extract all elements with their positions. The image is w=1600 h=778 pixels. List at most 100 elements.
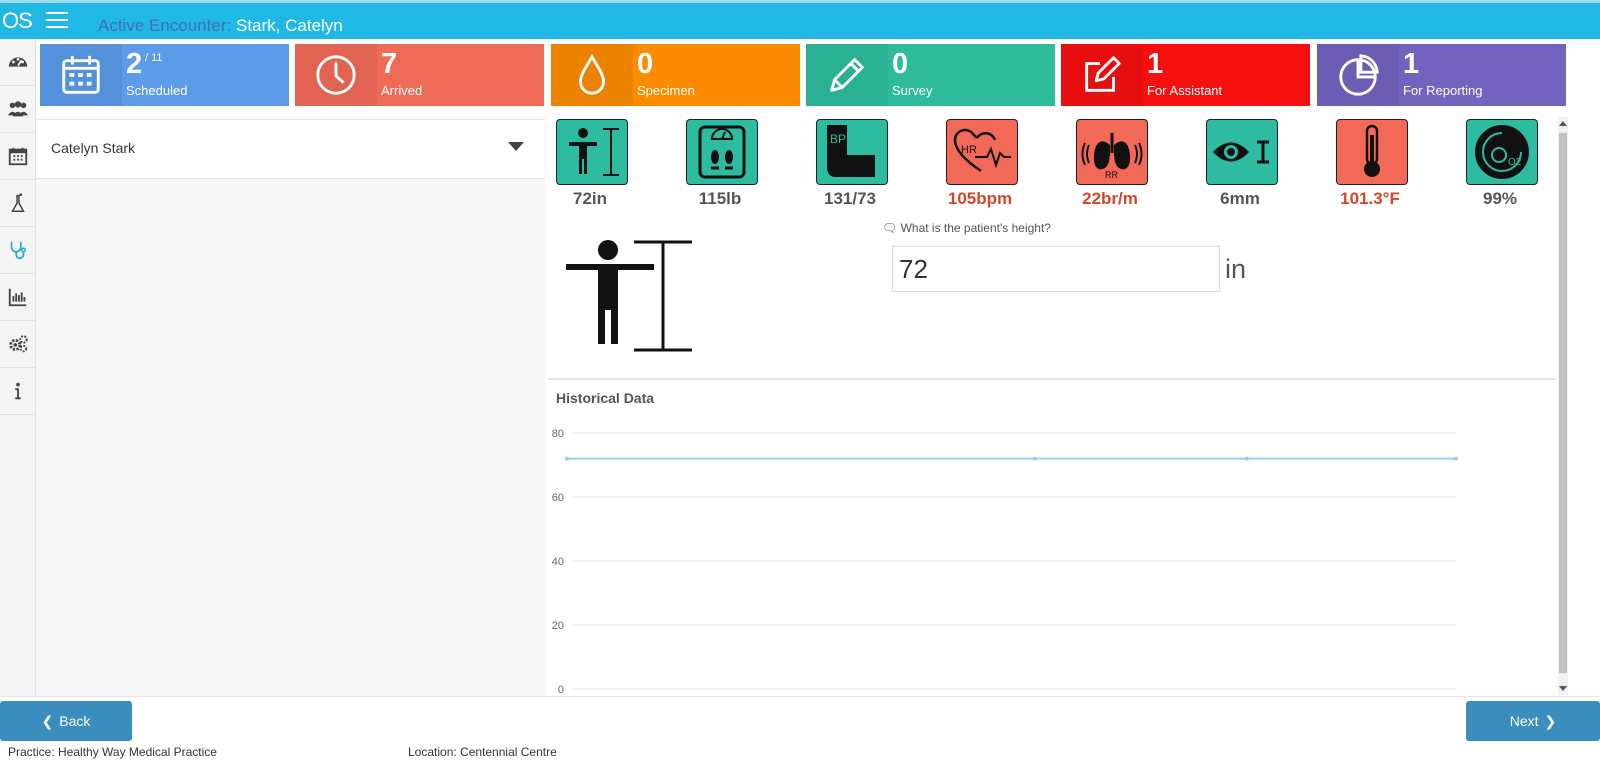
card-survey[interactable]: 0 Survey: [806, 44, 1055, 106]
calendar-icon: [62, 55, 100, 94]
chart-point[interactable]: [1033, 456, 1037, 461]
vital-height-value: 72in: [572, 189, 608, 208]
sidebar-item-calendar[interactable]: [0, 133, 36, 180]
next-button[interactable]: Next ❯: [1466, 701, 1600, 741]
sidebar-item-encounter[interactable]: [0, 227, 36, 274]
settings-icon: [9, 335, 28, 353]
vital-respiratory-rate-box[interactable]: RR: [1076, 119, 1148, 185]
heart-rate-icon: HR: [953, 128, 1011, 173]
app-logo[interactable]: OS: [2, 8, 34, 34]
back-button[interactable]: ❮ Back: [0, 701, 132, 741]
chart-point[interactable]: [1245, 456, 1249, 461]
chart-point[interactable]: [1454, 456, 1458, 461]
sidebar: [0, 39, 36, 709]
patient-dropdown-value: Catelyn Stark: [51, 140, 136, 156]
stethoscope-icon: [10, 241, 27, 260]
sidebar-item-settings[interactable]: [0, 321, 36, 368]
sidebar-item-lab[interactable]: [0, 180, 36, 227]
vital-oxygen-box[interactable]: O2: [1466, 119, 1538, 185]
vital-pupil[interactable]: 6mm: [1202, 119, 1278, 209]
edit-icon: [1085, 56, 1121, 92]
scroll-up-icon[interactable]: [1559, 121, 1567, 126]
historical-data-chart: 80 60 40 20 0: [552, 428, 1458, 696]
card-arrived[interactable]: 7 Arrived: [295, 44, 544, 106]
scrollbar-thumb[interactable]: [1559, 133, 1567, 673]
vital-heart-rate-box[interactable]: HR: [946, 119, 1018, 185]
height-figure-icon: [566, 240, 692, 352]
chevron-left-icon: ❮: [41, 712, 54, 729]
card-for-reporting-iconbox: [1317, 44, 1399, 106]
sidebar-item-patients[interactable]: [0, 86, 36, 133]
card-for-reporting-label: For Reporting: [1403, 83, 1483, 98]
card-for-assistant[interactable]: 1 For Assistant: [1061, 44, 1310, 106]
sidebar-item-dashboard[interactable]: [0, 39, 36, 86]
comment-icon: 🗨: [882, 221, 898, 235]
vital-height-box[interactable]: [556, 119, 628, 185]
chart-point[interactable]: [565, 456, 569, 461]
scale-icon: [698, 125, 746, 179]
reports-icon: [8, 288, 27, 307]
chart-y-tick-label: 80: [552, 428, 564, 440]
vital-temperature-box[interactable]: [1336, 119, 1408, 185]
chevron-right-icon: ❯: [1544, 712, 1557, 729]
sidebar-item-info[interactable]: [0, 368, 36, 415]
patient-panel: Catelyn Stark: [36, 117, 546, 707]
vital-heart-rate-value: 105bpm: [947, 189, 1013, 208]
card-arrived-count: 7: [381, 48, 398, 80]
height-icon: [569, 128, 619, 176]
vital-pupil-value: 6mm: [1220, 189, 1260, 208]
content-scrollbar[interactable]: [1558, 117, 1568, 695]
clock-icon: [316, 55, 356, 95]
vital-weight[interactable]: 115lb: [682, 119, 758, 209]
lungs-icon-text: RR: [1105, 170, 1118, 180]
footer-bar: ❮ Back Next ❯ Practice: Healthy Way Medi…: [0, 696, 1600, 778]
vital-height[interactable]: 72in: [552, 119, 628, 209]
card-for-reporting-count: 1: [1403, 48, 1420, 80]
chevron-down-icon[interactable]: [508, 142, 524, 151]
heart-rate-icon-text: HR: [961, 144, 977, 156]
height-input[interactable]: [892, 246, 1220, 292]
patient-dropdown[interactable]: Catelyn Stark: [36, 119, 544, 179]
vital-blood-pressure[interactable]: BP 131/73: [812, 119, 888, 209]
dashboard-icon: [8, 57, 28, 67]
vital-pupil-box[interactable]: [1206, 119, 1278, 185]
card-scheduled-iconbox: [40, 44, 122, 106]
vital-temperature-value: 101.3°F: [1340, 189, 1400, 208]
encounter-patient-name: Stark, Catelyn: [235, 16, 343, 35]
card-survey-iconbox: [806, 44, 888, 106]
bp-icon-text: BP: [830, 132, 846, 146]
oxygen-icon-text: O2: [1508, 157, 1522, 168]
scroll-down-icon[interactable]: [1559, 686, 1567, 691]
practice-text: Practice: Healthy Way Medical Practice: [8, 745, 217, 759]
vital-weight-box[interactable]: [686, 119, 758, 185]
card-scheduled[interactable]: 2 / 11 Scheduled: [40, 44, 289, 106]
oxygen-icon: O2: [1475, 125, 1529, 179]
patients-icon: [7, 101, 29, 117]
drop-icon: [579, 53, 605, 95]
app-header: OS Active Encounter: Stark, Catelyn: [0, 3, 1600, 39]
next-button-label: Next: [1509, 713, 1539, 729]
vital-respiratory-rate-value: 22br/m: [1082, 189, 1138, 208]
card-scheduled-label: Scheduled: [126, 83, 188, 98]
card-specimen[interactable]: 0 Specimen: [551, 44, 800, 106]
card-specimen-iconbox: [551, 44, 633, 106]
thermometer-icon: [1364, 124, 1380, 177]
vital-respiratory-rate[interactable]: RR 22br/m: [1072, 119, 1148, 209]
sidebar-item-reports[interactable]: [0, 274, 36, 321]
location-text: Location: Centennial Centre: [408, 745, 557, 759]
card-scheduled-count: 2: [126, 48, 143, 80]
encounter-title: Active Encounter: Stark, Catelyn: [98, 16, 343, 36]
vital-blood-pressure-box[interactable]: BP: [816, 119, 888, 185]
chart-y-tick-label: 20: [552, 620, 564, 632]
vital-heart-rate[interactable]: HR 105bpm: [942, 119, 1018, 209]
vital-temperature[interactable]: 101.3°F: [1332, 119, 1408, 209]
info-icon: [15, 382, 21, 400]
card-arrived-iconbox: [295, 44, 377, 106]
card-for-assistant-iconbox: [1061, 44, 1143, 106]
menu-icon[interactable]: [46, 12, 68, 30]
vital-oxygen[interactable]: O2 99%: [1462, 119, 1538, 209]
card-survey-count: 0: [892, 48, 909, 80]
card-specimen-label: Specimen: [637, 83, 695, 98]
calendar-icon: [8, 147, 28, 166]
card-for-reporting[interactable]: 1 For Reporting: [1317, 44, 1566, 106]
